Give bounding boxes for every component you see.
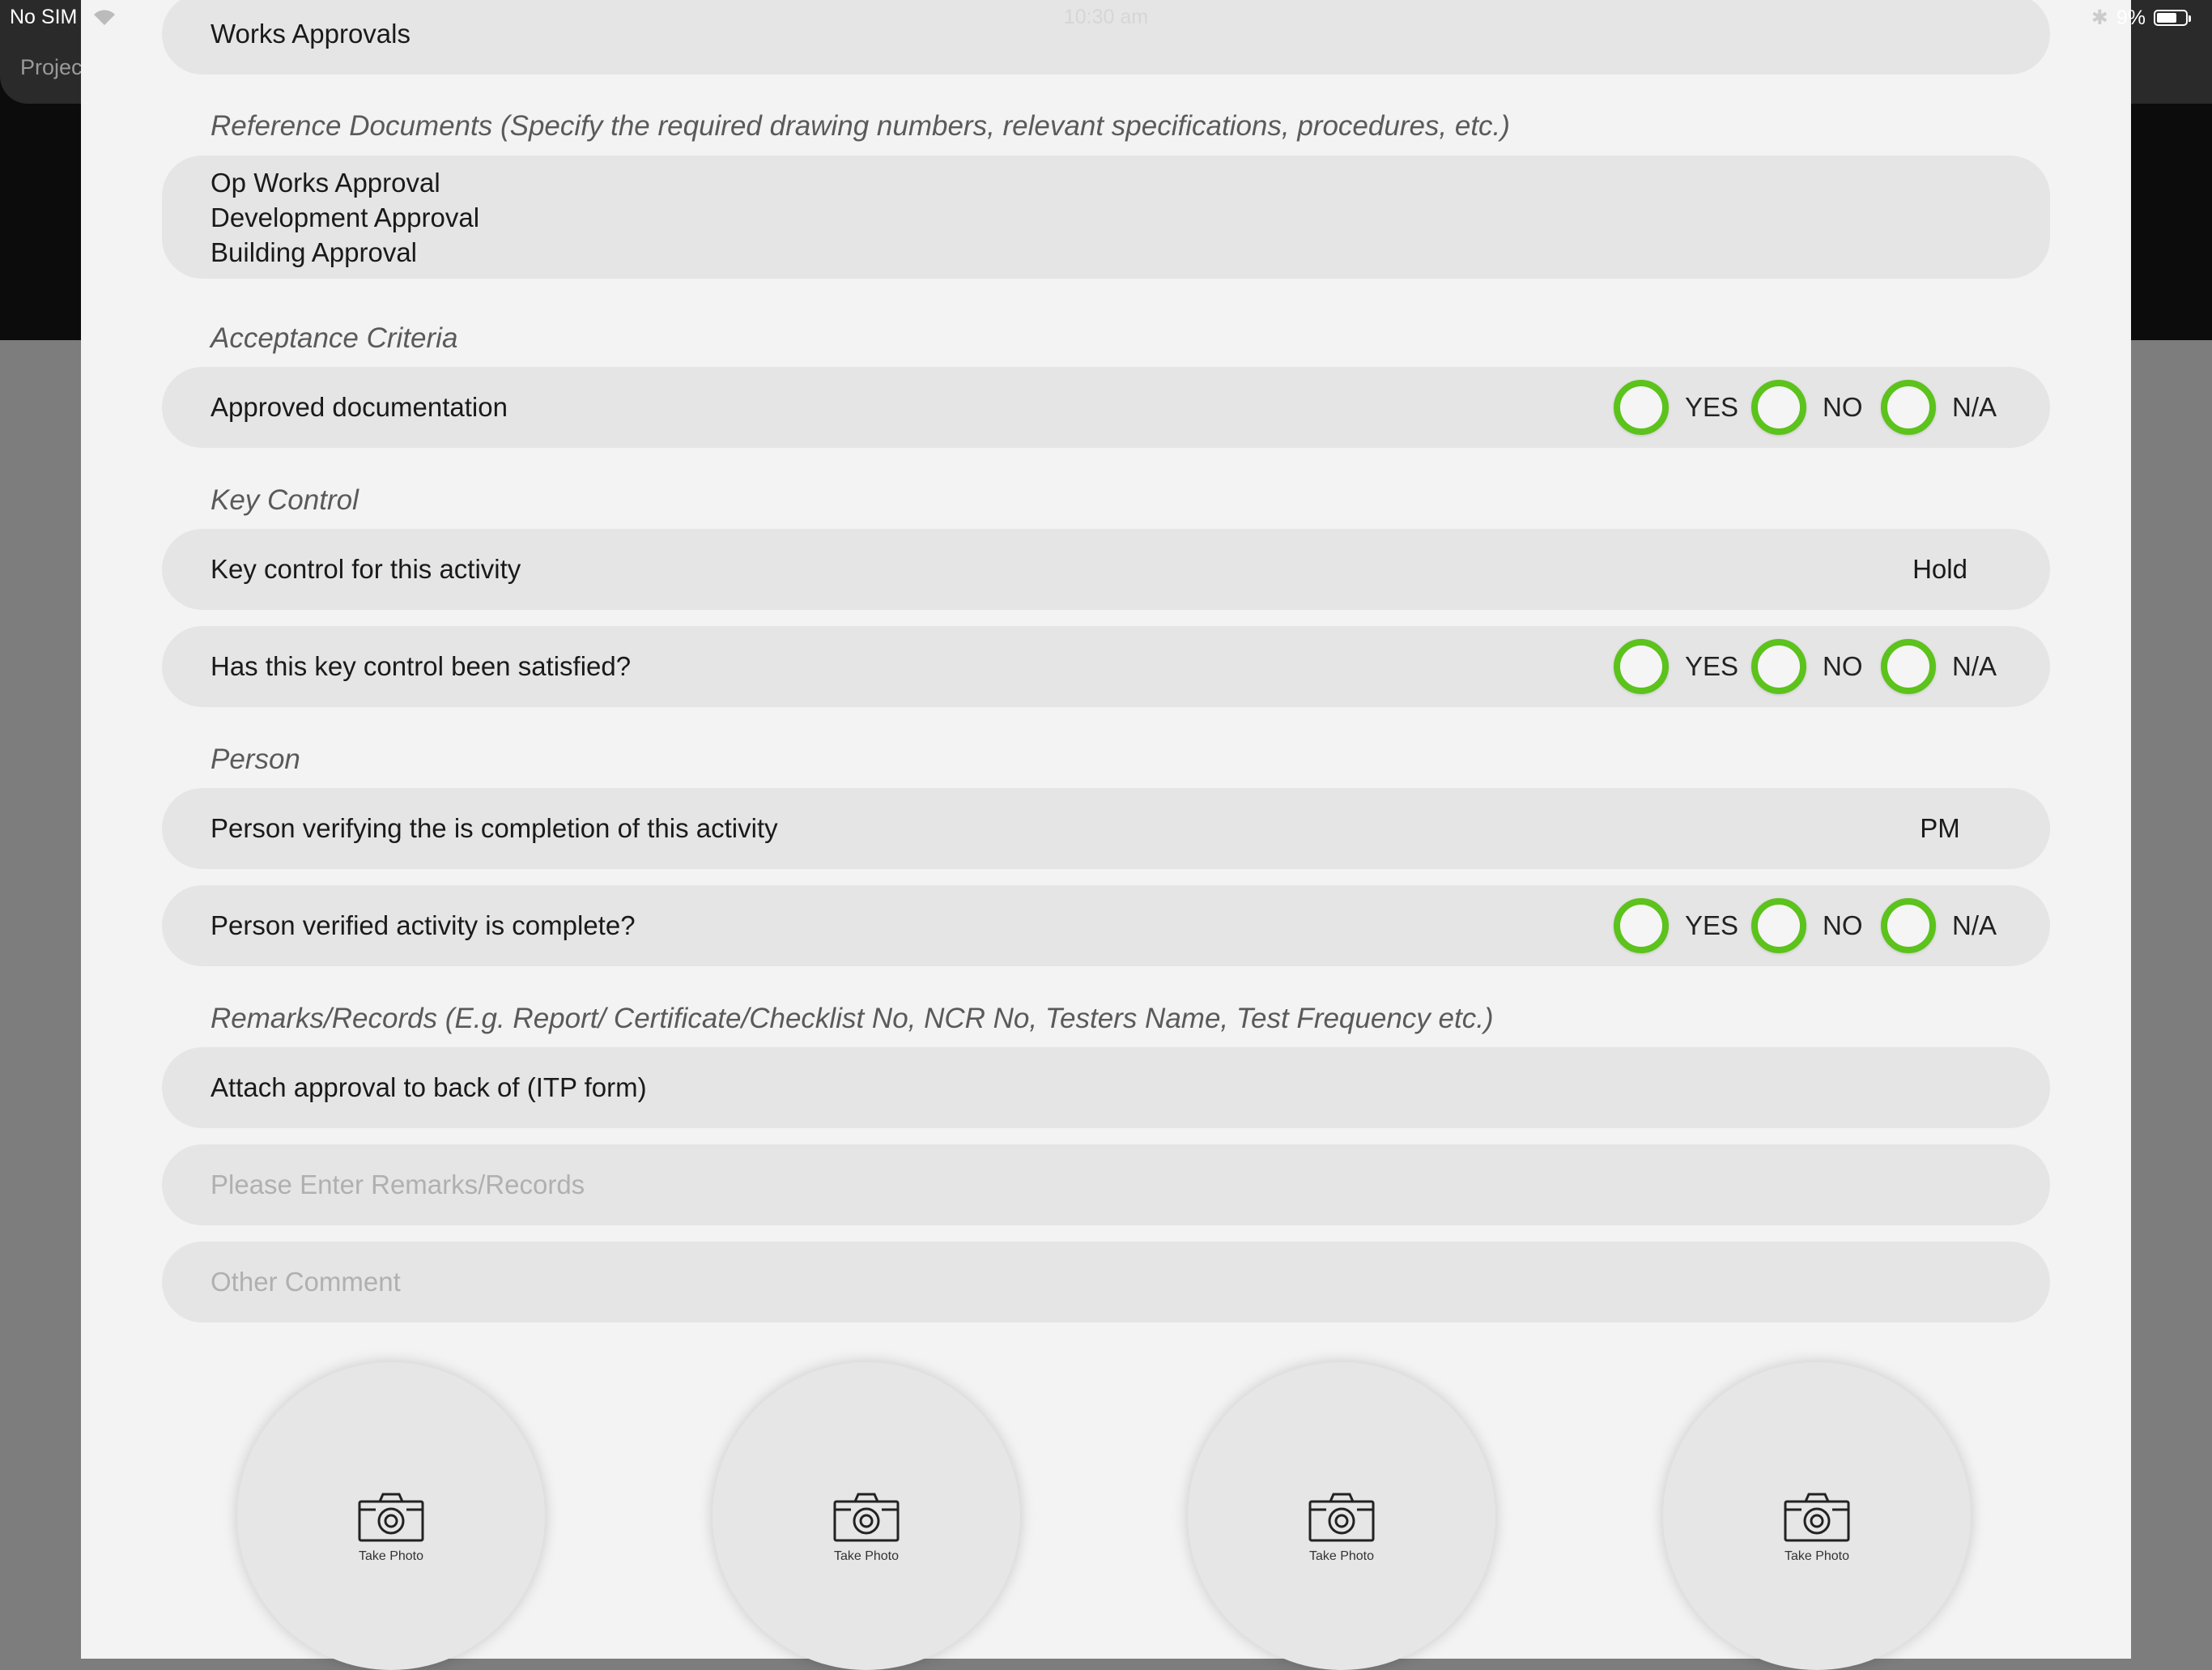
- reference-line: Building Approval: [211, 237, 418, 267]
- option-na[interactable]: N/A: [1881, 367, 1997, 448]
- take-photo-label: Take Photo: [833, 1549, 900, 1563]
- radio-no[interactable]: [1751, 380, 1806, 435]
- acceptance-criteria-label: Acceptance Criteria: [211, 322, 458, 354]
- camera-icon: [1784, 1493, 1850, 1542]
- take-photo-label: Take Photo: [1784, 1549, 1850, 1563]
- option-yes[interactable]: YES: [1614, 626, 1738, 707]
- option-no[interactable]: NO: [1751, 885, 1863, 966]
- option-yes-label: YES: [1685, 910, 1739, 940]
- take-photo-content: Take Photo: [1188, 1492, 1495, 1564]
- option-na-label: N/A: [1952, 910, 1997, 940]
- reference-documents-field[interactable]: Op Works Approval Development Approval B…: [162, 155, 2050, 279]
- person-verifying-row[interactable]: Person verifying the is completion of th…: [162, 788, 2050, 869]
- battery-icon: [2154, 10, 2191, 26]
- remarks-value-field[interactable]: Attach approval to back of (ITP form): [162, 1047, 2050, 1128]
- radio-yes[interactable]: [1614, 639, 1669, 694]
- take-photo-content: Take Photo: [1663, 1492, 1971, 1564]
- status-bar: No SIM 10:30 am ✱ 9%: [0, 0, 2212, 36]
- remarks-input[interactable]: Please Enter Remarks/Records: [162, 1144, 2050, 1225]
- option-na[interactable]: N/A: [1881, 626, 1997, 707]
- radio-yes[interactable]: [1614, 380, 1669, 435]
- take-photo-button-4[interactable]: Take Photo: [1663, 1362, 1971, 1670]
- person-label: Person: [211, 743, 300, 775]
- take-photo-content: Take Photo: [237, 1492, 545, 1564]
- reference-line: Development Approval: [211, 202, 480, 232]
- key-control-activity-row[interactable]: Key control for this activity Hold: [162, 529, 2050, 610]
- background-nav-title: Projec: [20, 55, 83, 79]
- reference-line: Op Works Approval: [211, 168, 440, 198]
- status-time: 10:30 am: [1063, 6, 1149, 28]
- take-photo-button-2[interactable]: Take Photo: [713, 1362, 1020, 1670]
- take-photo-button-3[interactable]: Take Photo: [1188, 1362, 1495, 1670]
- status-right: ✱ 9%: [2091, 6, 2191, 30]
- take-photo-content: Take Photo: [713, 1492, 1020, 1564]
- key-control-label: Key Control: [211, 484, 359, 516]
- bluetooth-icon: ✱: [2091, 6, 2108, 29]
- camera-icon: [1308, 1493, 1375, 1542]
- person-verifying-label: Person verifying the is completion of th…: [211, 813, 778, 843]
- take-photo-label: Take Photo: [1308, 1549, 1375, 1563]
- key-control-field-label: Key control for this activity: [211, 554, 521, 584]
- camera-icon: [833, 1493, 900, 1542]
- radio-no[interactable]: [1751, 898, 1806, 953]
- option-no[interactable]: NO: [1751, 626, 1863, 707]
- radio-yes[interactable]: [1614, 898, 1669, 953]
- remarks-value: Attach approval to back of (ITP form): [211, 1072, 647, 1102]
- remarks-label: Remarks/Records (E.g. Report/ Certificat…: [211, 1003, 1494, 1034]
- option-no[interactable]: NO: [1751, 367, 1863, 448]
- take-photo-label: Take Photo: [358, 1549, 424, 1563]
- take-photo-button-1[interactable]: Take Photo: [237, 1362, 545, 1670]
- person-verifying-value: PM: [1920, 813, 1960, 843]
- option-yes-label: YES: [1685, 651, 1739, 681]
- option-na[interactable]: N/A: [1881, 885, 1997, 966]
- option-na-label: N/A: [1952, 651, 1997, 681]
- option-yes-label: YES: [1685, 392, 1739, 422]
- battery-percent: 9%: [2116, 6, 2146, 29]
- option-no-label: NO: [1823, 910, 1863, 940]
- key-control-value: Hold: [1912, 554, 1967, 584]
- reference-documents-label: Reference Documents (Specify the require…: [211, 110, 1510, 142]
- remarks-placeholder: Please Enter Remarks/Records: [211, 1169, 585, 1199]
- radio-no[interactable]: [1751, 639, 1806, 694]
- radio-na[interactable]: [1881, 639, 1936, 694]
- radio-na[interactable]: [1881, 898, 1936, 953]
- camera-icon: [358, 1493, 424, 1542]
- option-yes[interactable]: YES: [1614, 367, 1738, 448]
- option-no-label: NO: [1823, 651, 1863, 681]
- option-yes[interactable]: YES: [1614, 885, 1738, 966]
- option-na-label: N/A: [1952, 392, 1997, 422]
- other-comment-placeholder: Other Comment: [211, 1267, 401, 1297]
- other-comment-input[interactable]: Other Comment: [162, 1242, 2050, 1323]
- option-no-label: NO: [1823, 392, 1863, 422]
- radio-na[interactable]: [1881, 380, 1936, 435]
